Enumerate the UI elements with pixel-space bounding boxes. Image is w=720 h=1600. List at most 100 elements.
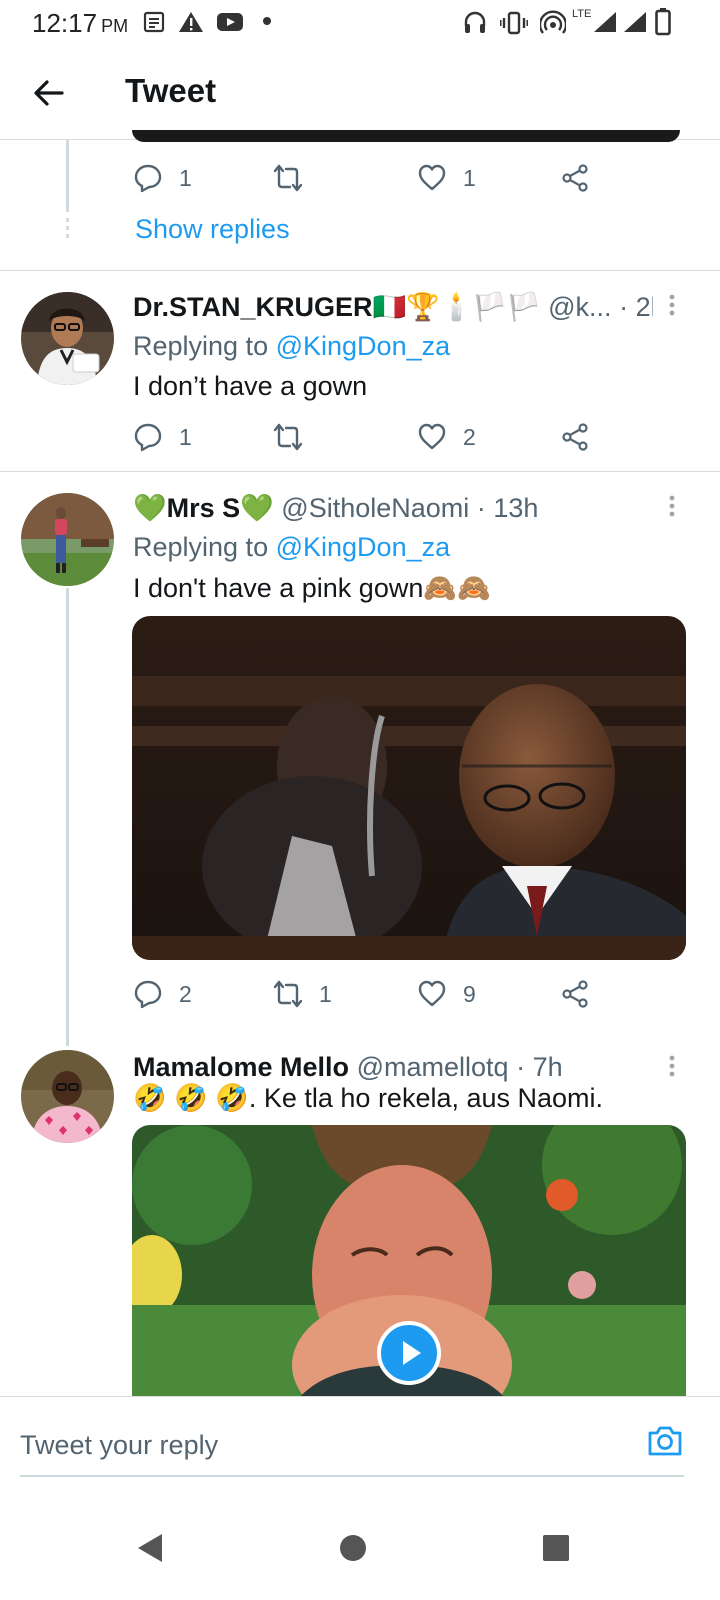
more-options-button[interactable]	[658, 291, 686, 319]
tweet-mrs-s[interactable]: 💚Mrs S💚 @SitholeNaomi · 13h Replying to …	[0, 472, 720, 1032]
like-count: 1	[463, 164, 476, 191]
user-handle[interactable]: @k...	[548, 292, 611, 322]
user-handle[interactable]: @mamellotq	[357, 1052, 509, 1082]
share-icon	[562, 980, 588, 1008]
camera-button[interactable]	[645, 1421, 685, 1461]
avatar[interactable]	[21, 1050, 114, 1143]
share-icon	[562, 164, 588, 192]
tweet-actions: 2 1 9	[133, 974, 603, 1014]
top-tweet-actions: 1 1	[133, 158, 603, 198]
separator-dot: ·	[476, 493, 486, 523]
replying-prefix: Replying to	[133, 331, 269, 361]
reply-input-underline	[20, 1475, 684, 1477]
tweet-image[interactable]	[132, 616, 686, 960]
tweet-header: 💚Mrs S💚 @SitholeNaomi · 13h	[133, 492, 653, 524]
play-icon	[403, 1341, 421, 1365]
tweet-text: I don’t have a gown	[133, 371, 368, 401]
status-time: 12:17 PM	[32, 8, 128, 39]
heart-icon	[418, 164, 446, 191]
share-button[interactable]	[560, 417, 590, 457]
reply-button[interactable]: 1	[133, 158, 192, 198]
tweet-video[interactable]	[132, 1125, 686, 1396]
replying-to-link[interactable]: @KingDon_za	[276, 331, 451, 361]
share-button[interactable]	[560, 158, 590, 198]
headset-icon	[464, 11, 486, 33]
user-handle[interactable]: @SitholeNaomi	[281, 493, 469, 523]
more-vertical-icon	[669, 1055, 675, 1077]
tweet-header: Mamalome Mello @mamellotq · 7h	[133, 1052, 653, 1083]
separator-dot: ·	[619, 292, 629, 322]
reply-button[interactable]: 1	[133, 417, 192, 457]
share-button[interactable]	[560, 974, 590, 1014]
avatar[interactable]	[21, 493, 114, 586]
previous-media-bottom-edge	[132, 130, 680, 142]
battery-icon	[655, 8, 671, 36]
display-name[interactable]: Dr.STAN_KRUGER🇮🇹🏆🕯️🏳️🏳️	[133, 292, 541, 322]
nav-home-icon	[340, 1535, 366, 1561]
replying-to-link[interactable]: @KingDon_za	[276, 532, 451, 562]
tweet-time: 2h	[635, 292, 653, 322]
status-bar: 12:17 PM LTE	[0, 0, 720, 46]
more-vertical-icon	[669, 495, 675, 517]
more-vertical-icon	[669, 294, 675, 316]
tweet-time: 13h	[493, 493, 539, 523]
nav-home-button[interactable]	[331, 1526, 375, 1570]
warning-icon	[179, 12, 203, 32]
tweet-actions: 1 2	[133, 417, 603, 457]
reply-icon	[134, 164, 162, 193]
tweet-dr-stan-kruger[interactable]: Dr.STAN_KRUGER🇮🇹🏆🕯️🏳️🏳️ @k... · 2h Reply…	[0, 271, 720, 471]
share-icon	[562, 423, 588, 451]
nav-back-button[interactable]	[130, 1526, 174, 1570]
reply-icon	[134, 423, 162, 452]
more-options-button[interactable]	[658, 1052, 686, 1080]
reply-input[interactable]	[20, 1425, 620, 1465]
retweet-button[interactable]	[273, 417, 319, 457]
reply-icon	[134, 980, 162, 1009]
like-button[interactable]: 9	[417, 974, 476, 1014]
status-clock: 12:17	[32, 8, 98, 38]
tweet-mamalome-mello[interactable]: Mamalome Mello @mamellotq · 7h 🤣 🤣 🤣. Ke…	[0, 1032, 720, 1396]
retweet-icon	[273, 980, 303, 1008]
nav-recents-button[interactable]	[534, 1526, 578, 1570]
display-name[interactable]: Mamalome Mello	[133, 1052, 349, 1082]
vibrate-icon	[500, 11, 528, 35]
avatar-mrs-s-image	[21, 493, 114, 586]
retweet-button[interactable]: 1	[273, 974, 332, 1014]
retweet-icon	[273, 423, 303, 451]
replying-prefix: Replying to	[133, 532, 269, 562]
show-replies-link[interactable]: Show replies	[135, 214, 290, 245]
retweet-button[interactable]	[273, 158, 319, 198]
reply-count: 1	[179, 423, 192, 450]
replying-to: Replying to @KingDon_za	[133, 331, 450, 362]
tweet-time: 7h	[532, 1052, 563, 1082]
nav-recents-icon	[543, 1535, 569, 1561]
signal-icon	[594, 12, 616, 32]
reply-count: 2	[179, 980, 192, 1007]
replying-to: Replying to @KingDon_za	[133, 532, 450, 563]
reply-button[interactable]: 2	[133, 974, 192, 1014]
thread-dotted-line	[66, 218, 69, 242]
back-arrow-icon	[34, 80, 64, 106]
retweet-icon	[273, 164, 303, 192]
network-type-label: LTE	[572, 8, 592, 20]
more-options-button[interactable]	[658, 492, 686, 520]
play-button[interactable]	[377, 1321, 441, 1385]
system-nav-bar	[0, 1496, 720, 1600]
reply-bar	[0, 1396, 720, 1496]
status-ampm: PM	[101, 16, 129, 36]
courtroom-photo	[132, 616, 686, 960]
reply-count: 1	[179, 164, 192, 191]
thread-line	[66, 140, 69, 212]
like-count: 2	[463, 423, 476, 450]
heart-icon	[418, 423, 446, 450]
like-button[interactable]: 2	[417, 417, 476, 457]
camera-icon	[648, 1426, 682, 1456]
display-name[interactable]: 💚Mrs S💚	[133, 493, 274, 523]
nav-back-icon	[138, 1534, 162, 1562]
page-title: Tweet	[125, 72, 217, 109]
avatar-dr-stan-image	[21, 292, 114, 385]
retweet-count: 1	[319, 980, 332, 1007]
avatar[interactable]	[21, 292, 114, 385]
like-button[interactable]: 1	[417, 158, 476, 198]
back-button[interactable]	[26, 72, 70, 112]
